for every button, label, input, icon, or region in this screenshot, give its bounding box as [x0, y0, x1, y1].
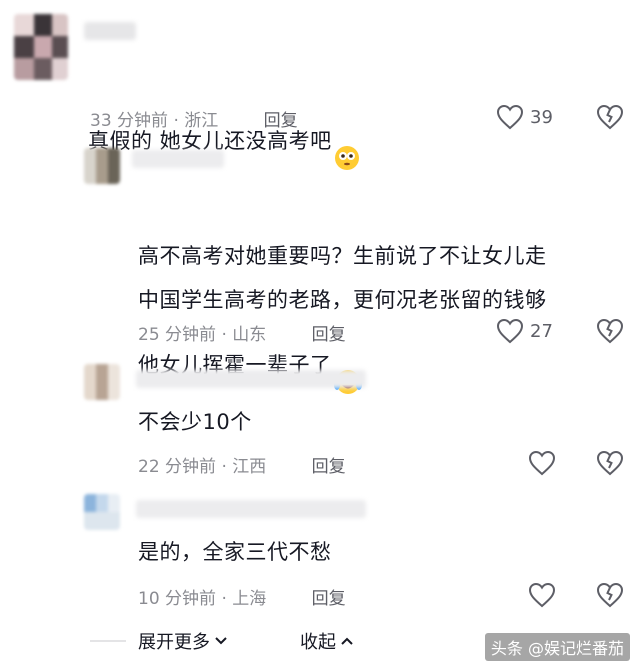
watermark: 头条 @娱记烂番茄 [484, 633, 630, 661]
heart-icon [528, 450, 556, 476]
location: 上海 [232, 589, 267, 609]
dislike-button[interactable] [596, 582, 624, 612]
broken-heart-icon [596, 582, 624, 608]
broken-heart-icon [596, 450, 624, 476]
expand-more-button[interactable]: 展开更多 [138, 628, 228, 654]
reply-button[interactable]: 回复 [264, 111, 298, 131]
username[interactable] [136, 500, 366, 518]
comment-meta: 22 分钟前 · 江西 回复 [138, 457, 346, 477]
location: 山东 [232, 325, 267, 345]
timestamp: 22 分钟前 [138, 457, 217, 477]
chevron-down-icon [215, 637, 227, 645]
avatar[interactable] [14, 14, 68, 80]
reply-button[interactable]: 回复 [312, 589, 346, 609]
like-button[interactable]: 27 [496, 318, 553, 344]
dislike-button[interactable] [596, 450, 624, 480]
username[interactable] [136, 370, 366, 388]
comment-meta: 10 分钟前 · 上海 回复 [138, 589, 346, 609]
heart-icon [496, 104, 524, 130]
like-button[interactable] [528, 582, 556, 608]
timestamp: 33 分钟前 [90, 111, 169, 131]
timestamp: 25 分钟前 [138, 325, 217, 345]
comment-meta: 25 分钟前 · 山东 回复 [138, 325, 346, 345]
like-count: 27 [530, 320, 553, 342]
like-button[interactable]: 39 [496, 104, 553, 130]
broken-heart-icon [596, 104, 624, 130]
reply-button[interactable]: 回复 [312, 325, 346, 345]
comment-text: 是的，全家三代不愁 [138, 540, 332, 564]
dislike-button[interactable] [596, 318, 624, 348]
like-count: 39 [530, 106, 553, 128]
expand-more-label: 展开更多 [138, 632, 210, 653]
broken-heart-icon [596, 318, 624, 344]
heart-icon [496, 318, 524, 344]
chevron-up-icon [341, 637, 353, 645]
username[interactable] [132, 150, 224, 168]
avatar[interactable] [84, 148, 120, 184]
timestamp: 10 分钟前 [138, 589, 217, 609]
dislike-button[interactable] [596, 104, 624, 134]
reply-button[interactable]: 回复 [312, 457, 346, 477]
heart-icon [528, 582, 556, 608]
location: 江西 [232, 457, 267, 477]
collapse-label: 收起 [300, 632, 336, 653]
footer-divider [90, 640, 126, 642]
location: 浙江 [184, 111, 219, 131]
flushed-face-emoji [334, 98, 360, 186]
comment-meta: 33 分钟前 · 浙江 回复 [90, 111, 298, 131]
collapse-button[interactable]: 收起 [300, 628, 354, 654]
like-button[interactable] [528, 450, 556, 476]
avatar[interactable] [84, 494, 120, 530]
comment-text: 不会少10个 [138, 410, 252, 434]
avatar[interactable] [84, 364, 120, 400]
username[interactable] [84, 22, 136, 40]
